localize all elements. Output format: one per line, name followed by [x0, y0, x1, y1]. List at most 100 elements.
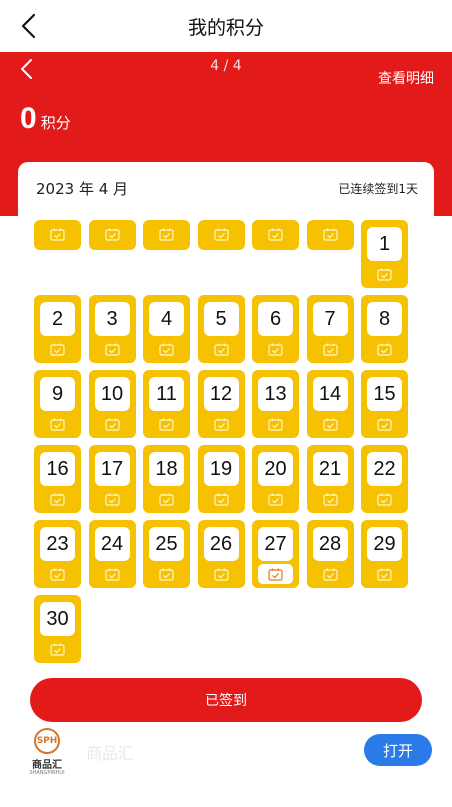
calendar-check-icon — [159, 493, 174, 506]
calendar-day-cell[interactable]: 18 — [143, 445, 190, 513]
day-number: 16 — [40, 452, 75, 486]
calendar-check-icon — [104, 493, 120, 506]
day-number: 15 — [367, 377, 402, 411]
calendar-day-cell[interactable]: 3 — [88, 295, 136, 363]
calendar-check-icon — [268, 343, 283, 356]
day-number: 22 — [367, 452, 402, 486]
calendar-check-icon — [159, 418, 174, 431]
calendar-day-cell[interactable]: 15 — [361, 370, 408, 438]
page-title: 我的积分 — [187, 17, 264, 39]
calendar-day-cell[interactable]: 30 — [34, 595, 81, 663]
calendar-check-icon — [268, 228, 283, 241]
calendar-day-cell[interactable]: 17 — [88, 445, 136, 513]
calendar-day-cell[interactable]: 14 — [306, 370, 354, 438]
calendar-day-cell[interactable]: 26 — [197, 520, 245, 588]
calendar-day-cell[interactable]: 29 — [361, 520, 408, 588]
calendar-check-icon — [213, 568, 229, 581]
calendar-day-cell[interactable]: 20 — [252, 445, 299, 513]
calendar-day-cell[interactable]: 5 — [197, 295, 245, 363]
points-unit: 积分 — [40, 114, 71, 132]
calendar-check-icon — [213, 343, 229, 356]
calendar-check-icon — [377, 418, 392, 431]
calendar-check-icon — [322, 228, 338, 241]
day-number: 1 — [367, 227, 402, 261]
calendar-check-icon — [322, 568, 338, 581]
day-number: 17 — [94, 452, 130, 486]
calendar-day-cell[interactable]: 21 — [306, 445, 354, 513]
calendar-day-cell[interactable]: 9 — [34, 370, 81, 438]
calendar-check-icon — [104, 418, 120, 431]
day-number: 30 — [40, 602, 75, 636]
calendar-day-cell[interactable]: 10 — [88, 370, 136, 438]
checkin-streak-label: 已连续签到1天 — [338, 182, 418, 196]
app-name: 商品汇 — [86, 744, 135, 763]
calendar-day-cell[interactable]: 23 — [34, 520, 81, 588]
calendar-blank-cell — [252, 220, 299, 250]
calendar-day-cell[interactable]: 4 — [143, 295, 190, 363]
calendar-check-icon — [268, 493, 283, 506]
calendar-day-cell[interactable]: 7 — [306, 295, 354, 363]
calendar-day-cell[interactable]: 12 — [197, 370, 245, 438]
calendar-day-cell[interactable]: 2 — [34, 295, 81, 363]
calendar-check-icon — [213, 228, 229, 241]
day-number: 2 — [40, 302, 75, 336]
day-number: 9 — [40, 377, 75, 411]
calendar-check-icon — [377, 493, 392, 506]
calendar-check-icon — [50, 493, 65, 506]
calendar-check-icon — [377, 568, 392, 581]
calendar-check-icon — [159, 228, 174, 241]
signed-in-button[interactable]: 已签到 — [30, 678, 422, 722]
calendar-month-label: 2023 年 4 月 — [36, 180, 129, 198]
calendar-day-cell[interactable]: 6 — [252, 295, 299, 363]
calendar-day-cell[interactable]: 24 — [88, 520, 136, 588]
logo-subtitle: SHANGPINHUI — [29, 770, 65, 776]
calendar-check-icon — [50, 568, 65, 581]
calendar-check-icon — [322, 343, 338, 356]
day-number: 8 — [367, 302, 402, 336]
day-number: 29 — [367, 527, 402, 561]
points-summary: 0 积分 — [20, 102, 71, 136]
day-number: 11 — [149, 377, 184, 411]
calendar-day-cell[interactable]: 13 — [252, 370, 299, 438]
calendar-day-cell[interactable]: 27 — [252, 520, 299, 588]
day-number: 3 — [94, 302, 130, 336]
day-number: 7 — [312, 302, 348, 336]
day-number: 25 — [149, 527, 184, 561]
open-app-button[interactable]: 打开 — [364, 734, 432, 766]
calendar-check-icon — [213, 493, 229, 506]
day-number: 14 — [312, 377, 348, 411]
day-number: 4 — [149, 302, 184, 336]
day-number: 12 — [203, 377, 239, 411]
calendar-check-icon — [104, 228, 120, 241]
top-navigation-bar: 我的积分 — [0, 0, 452, 52]
day-number: 27 — [258, 527, 293, 561]
calendar-check-icon — [268, 418, 283, 431]
day-number: 28 — [312, 527, 348, 561]
calendar-day-cell[interactable]: 25 — [143, 520, 190, 588]
calendar-blank-cell — [143, 220, 190, 250]
calendar-blank-cell — [34, 220, 81, 250]
day-number: 6 — [258, 302, 293, 336]
day-number: 24 — [94, 527, 130, 561]
calendar-day-cell[interactable]: 19 — [197, 445, 245, 513]
calendar-check-icon — [322, 493, 338, 506]
calendar-day-cell[interactable]: 1 — [361, 220, 408, 288]
calendar-check-icon — [104, 568, 120, 581]
calendar-check-icon — [159, 343, 174, 356]
calendar-day-cell[interactable]: 28 — [306, 520, 354, 588]
calendar-check-icon — [377, 268, 392, 281]
calendar-blank-cell — [88, 220, 136, 250]
view-details-link[interactable]: 查看明细 — [378, 68, 434, 88]
day-number: 10 — [94, 377, 130, 411]
day-number: 21 — [312, 452, 348, 486]
calendar-check-icon — [50, 418, 65, 431]
calendar-day-cell[interactable]: 22 — [361, 445, 408, 513]
calendar-check-icon — [159, 568, 174, 581]
calendar-blank-cell — [306, 220, 354, 250]
calendar-day-cell[interactable]: 8 — [361, 295, 408, 363]
points-value: 0 — [20, 102, 37, 135]
calendar-check-icon — [104, 343, 120, 356]
day-number: 18 — [149, 452, 184, 486]
calendar-day-cell[interactable]: 16 — [34, 445, 81, 513]
calendar-day-cell[interactable]: 11 — [143, 370, 190, 438]
